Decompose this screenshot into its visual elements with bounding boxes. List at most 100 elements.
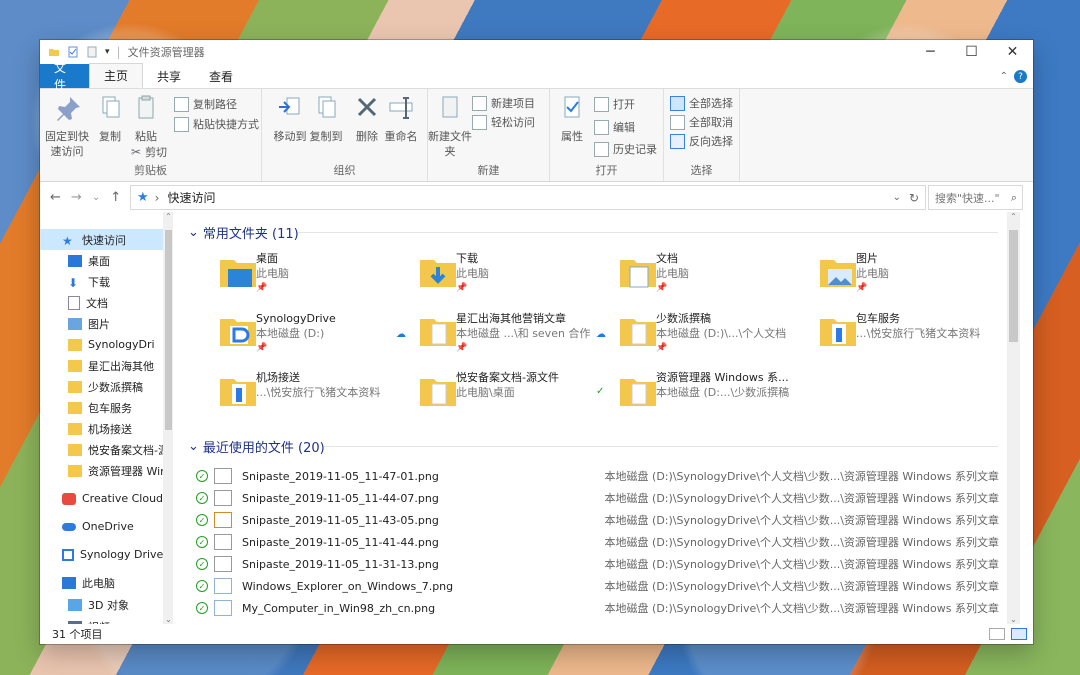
nav-label: 少数派撰稿: [88, 380, 143, 394]
recent-file-row[interactable]: ✓ My_Computer_in_Win98_zh_cn.png 本地磁盘 (D:)…: [180, 597, 1005, 619]
easy-access-button[interactable]: 轻松访问: [472, 114, 535, 130]
nav-desktop[interactable]: 桌面📌: [40, 250, 173, 271]
cut-label: 剪切: [145, 146, 168, 159]
frequent-folders-header[interactable]: ⌄ 常用文件夹 (11): [188, 223, 299, 242]
new-item-icon: [472, 95, 487, 111]
refresh-icon[interactable]: ↻: [909, 191, 919, 205]
scroll-up-icon[interactable]: ⌃: [1007, 212, 1020, 221]
star-icon: ★: [62, 233, 73, 248]
select-none-button[interactable]: 全部取消: [670, 114, 733, 130]
maximize-button[interactable]: ☐: [951, 40, 992, 64]
main-pane: ⌄ 常用文件夹 (11) 桌面 此电脑 📌 下载 此电脑 📌 文档 此电脑 📌 图片 此电脑 📌: [180, 212, 1020, 624]
recent-file-row[interactable]: ✓ Windows_Explorer_on_Windows_7.png 本地磁盘 (…: [180, 575, 1005, 597]
nav-this-pc[interactable]: 此电脑: [40, 572, 173, 593]
select-all-button[interactable]: 全部选择: [670, 95, 733, 111]
check-icon: ✓: [196, 602, 208, 614]
pin-icon: 📌: [456, 343, 468, 353]
scroll-up-icon[interactable]: ⌃: [163, 212, 173, 221]
nav-videos[interactable]: 视频: [40, 616, 173, 624]
edit-label: 编辑: [613, 121, 635, 134]
nav-airport[interactable]: 机场接送: [40, 418, 173, 439]
address-box[interactable]: ★ › 快速访问 ⌄ ↻: [130, 185, 926, 210]
pin-label: 固定到快速访问: [45, 130, 89, 158]
nav-quick-access[interactable]: ★ 快速访问: [40, 229, 173, 250]
copy-path-icon: [174, 96, 189, 112]
search-box[interactable]: 搜索"快速..." ⌕: [928, 185, 1023, 210]
new-item-label: 新建项目: [491, 97, 535, 110]
nav-yuean[interactable]: 悦安备案文档-源: [40, 439, 173, 460]
properties-button[interactable]: 属性: [550, 95, 594, 144]
recent-file-row[interactable]: ✓ Snipaste_2019-11-05_11-44-07.png 本地磁盘 (D…: [180, 487, 1005, 509]
section-divider: [298, 232, 998, 233]
back-button[interactable]: ←: [50, 190, 61, 205]
new-item-button[interactable]: 新建项目: [472, 95, 535, 111]
new-folder-icon[interactable]: [86, 46, 98, 58]
collapse-ribbon-icon[interactable]: ⌃: [1000, 71, 1008, 82]
chevron-down-icon[interactable]: ▾: [105, 47, 110, 57]
recent-file-row[interactable]: ✓ Snipaste_2019-11-05_11-31-13.png 本地磁盘 (D…: [180, 553, 1005, 575]
large-icons-view-icon[interactable]: [1011, 628, 1027, 640]
rename-button[interactable]: 重命名: [379, 95, 423, 144]
nav-scrollbar[interactable]: ⌃ ⌄: [163, 212, 173, 624]
nav-3d-objects[interactable]: 3D 对象: [40, 594, 173, 615]
folder-location: 此电脑: [656, 267, 689, 280]
scroll-down-icon[interactable]: ⌄: [163, 615, 173, 624]
tab-view[interactable]: 查看: [195, 64, 247, 88]
nav-downloads[interactable]: ⬇下载📌: [40, 271, 173, 292]
minimize-button[interactable]: ─: [910, 40, 951, 64]
nav-synologydrive[interactable]: SynologyDri📌: [40, 334, 173, 355]
forward-button[interactable]: →: [71, 190, 82, 205]
recent-locations-button[interactable]: ⌄: [92, 192, 100, 203]
properties-icon[interactable]: [67, 46, 79, 58]
nav-xinghui[interactable]: 星汇出海其他📌: [40, 355, 173, 376]
nav-charter[interactable]: 包车服务: [40, 397, 173, 418]
folder-text: 包车服务 ...\悦安旅行飞猪文本资料: [856, 311, 980, 341]
address-dropdown-icon[interactable]: ⌄: [893, 192, 901, 203]
tab-share[interactable]: 共享: [143, 64, 195, 88]
file-name: Snipaste_2019-11-05_11-43-05.png: [242, 513, 439, 527]
recent-file-row[interactable]: ✓ Snipaste_2019-11-05_11-43-05.png 本地磁盘 (D…: [180, 509, 1005, 531]
paste-button[interactable]: 粘贴: [124, 95, 168, 144]
main-scrollbar[interactable]: ⌃ ⌄: [1007, 212, 1020, 624]
scroll-thumb[interactable]: [1009, 230, 1018, 342]
pin-icon: [57, 97, 80, 121]
copy-to-button[interactable]: 复制到: [304, 95, 348, 144]
copy-to-label: 复制到: [309, 130, 343, 143]
scroll-thumb[interactable]: [165, 230, 172, 430]
nav-label: 文档: [86, 296, 108, 310]
help-icon[interactable]: ?: [1014, 70, 1027, 83]
quick-access-toolbar: ▾ |: [48, 45, 121, 59]
copy-path-button[interactable]: 复制路径: [174, 96, 237, 112]
nav-pictures[interactable]: 图片📌: [40, 313, 173, 334]
folder-name: 少数派撰稿: [656, 312, 711, 325]
properties-label: 属性: [561, 130, 583, 143]
tab-home[interactable]: 主页: [89, 63, 144, 88]
folder-icon: [68, 401, 82, 414]
pin-to-quick-access-button[interactable]: 固定到快速访问: [45, 95, 89, 159]
nav-explorer-series[interactable]: 资源管理器 Win: [40, 460, 173, 481]
nav-creative-cloud[interactable]: Creative Cloud F: [40, 488, 173, 509]
invert-selection-button[interactable]: 反向选择: [670, 133, 733, 149]
folder-name: 包车服务: [856, 312, 900, 325]
recent-file-row[interactable]: ✓ Snipaste_2019-11-05_11-41-44.png 本地磁盘 (D…: [180, 531, 1005, 553]
open-button[interactable]: 打开: [594, 96, 635, 112]
nav-documents[interactable]: 文档📌: [40, 292, 173, 313]
new-folder-button[interactable]: 新建文件夹: [428, 95, 472, 159]
details-view-icon[interactable]: [989, 628, 1005, 640]
up-button[interactable]: ↑: [110, 190, 121, 205]
nav-sspai[interactable]: 少数派撰稿📌: [40, 376, 173, 397]
folder-name: 图片: [856, 252, 878, 265]
recent-files-header[interactable]: ⌄ 最近使用的文件 (20): [188, 437, 325, 456]
scissors-icon: ✂: [131, 145, 142, 159]
folder-location: 本地磁盘 ...\和 seven 合作: [456, 327, 591, 340]
recent-file-row[interactable]: ✓ Snipaste_2019-11-05_11-47-01.png 本地磁盘 (D…: [180, 465, 1005, 487]
nav-onedrive[interactable]: OneDrive: [40, 516, 173, 537]
history-button[interactable]: 历史记录: [594, 141, 657, 157]
edit-button[interactable]: 编辑: [594, 119, 635, 135]
close-button[interactable]: ✕: [992, 40, 1033, 64]
tab-file[interactable]: 文件: [40, 61, 89, 92]
cut-button[interactable]: ✂ 剪切: [131, 144, 167, 160]
scroll-down-icon[interactable]: ⌄: [1007, 615, 1020, 624]
paste-shortcut-button[interactable]: 粘贴快捷方式: [174, 116, 259, 132]
nav-synology-drive[interactable]: Synology Drive -: [40, 544, 173, 565]
